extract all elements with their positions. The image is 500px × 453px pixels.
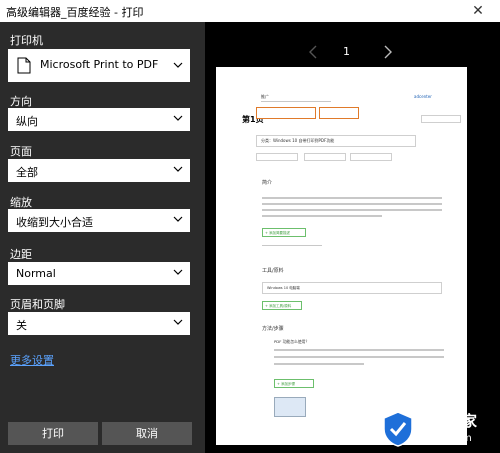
watermark: 纯净之家 gdhst.com [377, 407, 495, 451]
page-title-text: 分类：Windows 10 自带打印到PDF功能 [261, 138, 335, 143]
scale-value: 收缩到大小合适 [16, 216, 93, 229]
margins-value: Normal [16, 267, 56, 280]
page-add-desc-label: + 添加简要描述 [265, 231, 291, 235]
page-add-tool-label: + 添加工具/原料 [265, 304, 292, 308]
page-thumbnail-image [274, 397, 306, 417]
pages-select[interactable]: 全部 [8, 159, 190, 182]
page-rule [261, 101, 331, 102]
page-add-step-button: + 添加步骤 [274, 379, 314, 388]
page-text-line [274, 363, 364, 365]
page-side-link [421, 115, 461, 123]
page-tab-box [319, 107, 359, 119]
page-section-steps: 方法/步骤 [262, 326, 284, 332]
page-tab-box [256, 107, 316, 119]
headers-footers-value: 关 [16, 319, 27, 332]
page-field [350, 153, 392, 161]
page-add-step-label: + 添加步骤 [277, 382, 296, 386]
pdf-printer-icon [17, 57, 31, 74]
page-field [304, 153, 346, 161]
page-step-1: PDF 功能怎么使用？ [274, 339, 310, 344]
chevron-down-icon [173, 62, 183, 68]
page-title-bar: 分类：Windows 10 自带打印到PDF功能 [256, 135, 416, 147]
page-text-line [262, 209, 442, 211]
page-header-left: 推广 [261, 94, 269, 99]
page-add-tool-button: + 添加工具/原料 [262, 301, 302, 310]
close-icon[interactable]: ✕ [456, 0, 500, 22]
pages-value: 全部 [16, 166, 38, 179]
chevron-down-icon [173, 166, 183, 172]
watermark-brand: 纯净之家 [417, 412, 478, 430]
page-tool-item: Windows 10 电脑端 [267, 286, 300, 290]
more-settings-link[interactable]: 更多设置 [10, 352, 54, 368]
page-tool-row: Windows 10 电脑端 [262, 282, 442, 294]
chevron-down-icon [173, 269, 183, 275]
page-field [256, 153, 298, 161]
page-number: 1 [343, 45, 350, 58]
headers-footers-label: 页眉和页脚 [10, 298, 65, 311]
page-section-intro: 简介 [262, 180, 273, 186]
chevron-down-icon [173, 216, 183, 222]
preview-page: 推广 adcenter 第1页 分类：Windows 10 自带打印到PDF功能… [216, 67, 467, 445]
next-page-icon[interactable] [381, 43, 395, 61]
page-text-line [262, 215, 382, 217]
title-bar: 高级编辑器_百度经验 - 打印 ✕ [0, 0, 500, 22]
orientation-label: 方向 [10, 95, 32, 108]
watermark-url: gdhst.com [419, 433, 472, 444]
margins-label: 边距 [10, 248, 32, 261]
page-text-line [274, 356, 444, 358]
chevron-down-icon [173, 115, 183, 121]
page-text-line [274, 349, 444, 351]
printer-select[interactable]: Microsoft Print to PDF [8, 49, 190, 82]
scale-select[interactable]: 收缩到大小合适 [8, 209, 190, 232]
headers-footers-select[interactable]: 关 [8, 312, 190, 335]
printer-label: 打印机 [10, 34, 43, 47]
window-title: 高级编辑器_百度经验 - 打印 [6, 6, 144, 19]
print-button[interactable]: 打印 [8, 422, 98, 445]
cancel-button[interactable]: 取消 [102, 422, 192, 445]
orientation-value: 纵向 [16, 115, 38, 128]
pages-label: 页面 [10, 145, 32, 158]
previous-page-icon[interactable] [306, 43, 320, 61]
orientation-select[interactable]: 纵向 [8, 108, 190, 131]
page-add-desc-button: + 添加简要描述 [262, 228, 306, 237]
margins-select[interactable]: Normal [8, 262, 190, 285]
page-section-tools: 工具/原料 [262, 268, 284, 274]
shield-logo-icon [383, 411, 413, 447]
scale-label: 缩放 [10, 196, 32, 209]
printer-value: Microsoft Print to PDF [40, 58, 159, 71]
settings-panel: 打印机 Microsoft Print to PDF 方向 纵向 页面 全部 缩… [0, 22, 205, 453]
page-text-line [262, 197, 442, 199]
page-text-line [262, 245, 322, 246]
chevron-down-icon [173, 319, 183, 325]
page-header-right: adcenter [414, 94, 432, 99]
page-text-line [262, 203, 442, 205]
